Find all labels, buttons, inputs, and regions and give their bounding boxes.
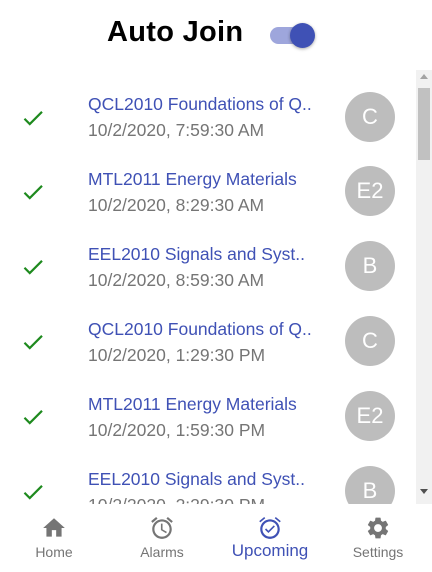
home-icon	[43, 518, 65, 537]
meeting-time: 10/2/2020, 1:29:30 PM	[88, 345, 266, 365]
avatar: B	[345, 241, 395, 291]
check-icon	[23, 111, 43, 126]
bottom-navigation: Home Alarms Upcoming Settings	[0, 504, 432, 572]
scroll-down-arrow-icon[interactable]	[420, 489, 428, 494]
meeting-time: 10/2/2020, 2:29:30 PM	[88, 495, 265, 504]
check-icon	[23, 185, 43, 200]
nav-settings[interactable]: Settings	[324, 504, 432, 572]
toggle-thumb	[290, 23, 315, 48]
meeting-title: QCL2010 Foundations of Q..	[88, 319, 312, 339]
avatar: E2	[345, 391, 395, 441]
meeting-title: QCL2010 Foundations of Q..	[88, 94, 312, 114]
scrollbar-thumb[interactable]	[418, 88, 430, 160]
list-item[interactable]: EEL2010 Signals and Syst.. 10/2/2020, 2:…	[0, 445, 416, 504]
nav-alarms[interactable]: Alarms	[108, 504, 216, 572]
check-icon	[23, 410, 43, 425]
avatar: E2	[345, 166, 395, 216]
nav-home[interactable]: Home	[0, 504, 108, 572]
scrollbar[interactable]	[416, 70, 432, 504]
check-icon	[23, 335, 43, 350]
meeting-title: EEL2010 Signals and Syst..	[88, 469, 305, 489]
list-item[interactable]: MTL2011 Energy Materials 10/2/2020, 1:59…	[0, 370, 416, 445]
alarm-icon	[151, 517, 173, 539]
meeting-time: 10/2/2020, 8:29:30 AM	[88, 195, 265, 215]
meeting-title: EEL2010 Signals and Syst..	[88, 244, 305, 264]
check-icon	[23, 260, 43, 275]
nav-upcoming[interactable]: Upcoming	[216, 504, 324, 572]
nav-label: Settings	[352, 544, 404, 560]
app-header: Auto Join	[0, 0, 432, 70]
list-item[interactable]: MTL2011 Energy Materials 10/2/2020, 8:29…	[0, 145, 416, 220]
auto-join-toggle[interactable]	[270, 23, 316, 48]
page-title: Auto Join	[107, 16, 244, 48]
list-item[interactable]: QCL2010 Foundations of Q.. 10/2/2020, 1:…	[0, 295, 416, 370]
nav-label: Home	[35, 544, 73, 560]
avatar: B	[345, 466, 395, 504]
check-icon	[23, 485, 43, 500]
meeting-title: MTL2011 Energy Materials	[88, 394, 297, 414]
meeting-title: MTL2011 Energy Materials	[88, 169, 297, 189]
avatar: C	[345, 92, 395, 142]
nav-label: Upcoming	[231, 541, 309, 560]
gear-icon	[367, 517, 389, 539]
list-item[interactable]: QCL2010 Foundations of Q.. 10/2/2020, 7:…	[0, 70, 416, 145]
nav-label: Alarms	[140, 544, 184, 560]
list-item[interactable]: EEL2010 Signals and Syst.. 10/2/2020, 8:…	[0, 220, 416, 295]
alarm-on-icon	[259, 516, 281, 539]
meeting-time: 10/2/2020, 8:59:30 AM	[88, 270, 265, 290]
meeting-time: 10/2/2020, 7:59:30 AM	[88, 120, 265, 140]
scroll-up-arrow-icon[interactable]	[420, 74, 428, 79]
avatar: C	[345, 316, 395, 366]
meeting-time: 10/2/2020, 1:59:30 PM	[88, 420, 266, 440]
meeting-list: QCL2010 Foundations of Q.. 10/2/2020, 7:…	[0, 70, 416, 504]
